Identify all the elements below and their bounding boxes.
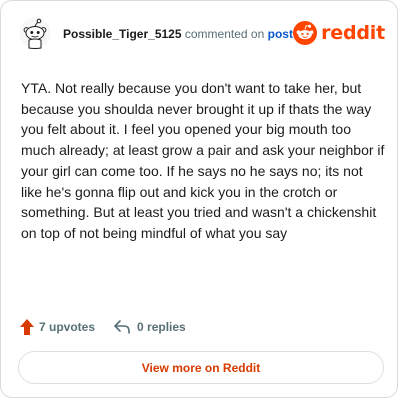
- replies-stat[interactable]: 0 replies: [113, 319, 186, 335]
- comment-header: Possible_Tiger_5125 commented on post re…: [19, 17, 385, 51]
- reply-arrow-icon: [114, 320, 130, 334]
- username-link[interactable]: Possible_Tiger_5125: [63, 27, 182, 41]
- snoo-avatar-icon[interactable]: [19, 17, 51, 49]
- commented-on-label: commented on: [184, 27, 265, 41]
- reddit-wordmark: reddit: [321, 22, 385, 44]
- comment-embed-card: Possible_Tiger_5125 commented on post re…: [0, 0, 398, 398]
- replies-count: 0 replies: [137, 320, 186, 334]
- post-link[interactable]: post: [268, 27, 293, 41]
- upvote-arrow-icon: [20, 319, 34, 335]
- comment-byline: Possible_Tiger_5125 commented on post: [63, 27, 293, 41]
- comment-stats: 7 upvotes 0 replies: [19, 317, 186, 337]
- reddit-logo-icon: [293, 21, 318, 45]
- upvotes-count: 7 upvotes: [39, 320, 96, 334]
- view-more-on-reddit-button[interactable]: View more on Reddit: [18, 351, 384, 384]
- comment-body: YTA. Not really because you don't want t…: [21, 80, 385, 241]
- upvotes-stat[interactable]: 7 upvotes: [19, 318, 95, 336]
- reddit-brand[interactable]: reddit: [293, 20, 385, 46]
